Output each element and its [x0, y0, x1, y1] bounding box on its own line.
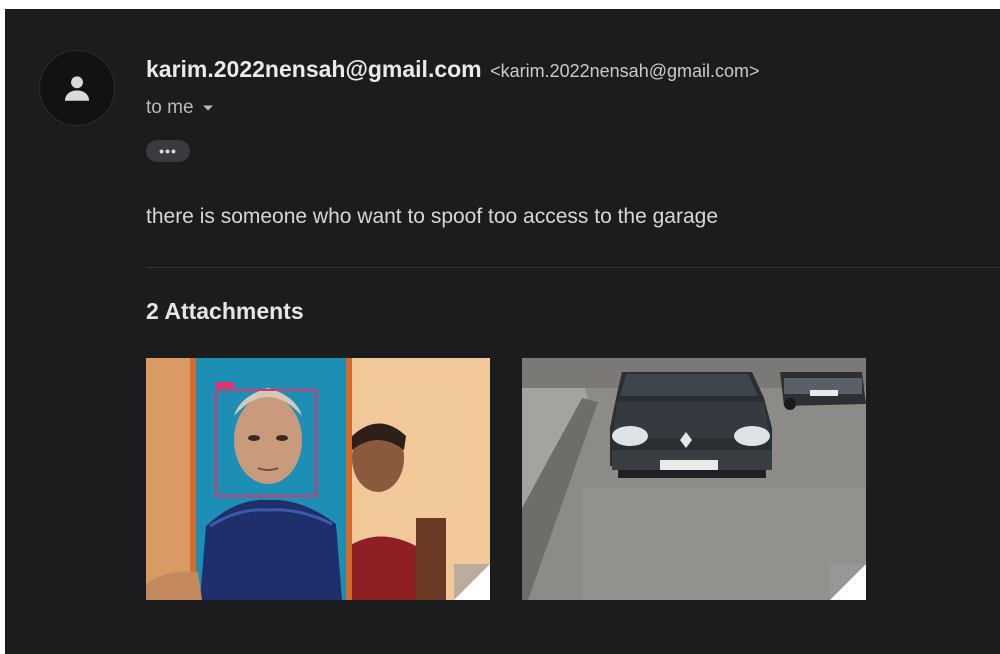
attachment-thumbnail-2[interactable]: [522, 358, 866, 600]
car-photo-image: [522, 358, 866, 600]
attachment-thumbnail-1[interactable]: [146, 358, 490, 600]
corner-fold-icon: [454, 564, 490, 600]
email-view: karim.2022nensah@gmail.com <karim.2022ne…: [5, 9, 1000, 654]
face-photo-image: [146, 358, 490, 600]
sender-avatar[interactable]: [39, 50, 115, 126]
sender-line: karim.2022nensah@gmail.com <karim.2022ne…: [146, 56, 760, 83]
attachments-heading: 2 Attachments: [146, 298, 304, 324]
show-trimmed-content-button[interactable]: •••: [146, 140, 190, 162]
recipient-label: to me: [146, 97, 194, 118]
corner-fold-icon: [830, 564, 866, 600]
recipient-dropdown[interactable]: to me: [146, 97, 214, 119]
divider: [146, 267, 1000, 268]
ellipsis-icon: •••: [159, 143, 177, 159]
sender-email: <karim.2022nensah@gmail.com>: [490, 61, 760, 81]
sender-name[interactable]: karim.2022nensah@gmail.com: [146, 56, 482, 82]
person-icon: [64, 76, 90, 101]
email-body: there is someone who want to spoof too a…: [146, 205, 719, 228]
caret-down-icon: [202, 105, 213, 111]
